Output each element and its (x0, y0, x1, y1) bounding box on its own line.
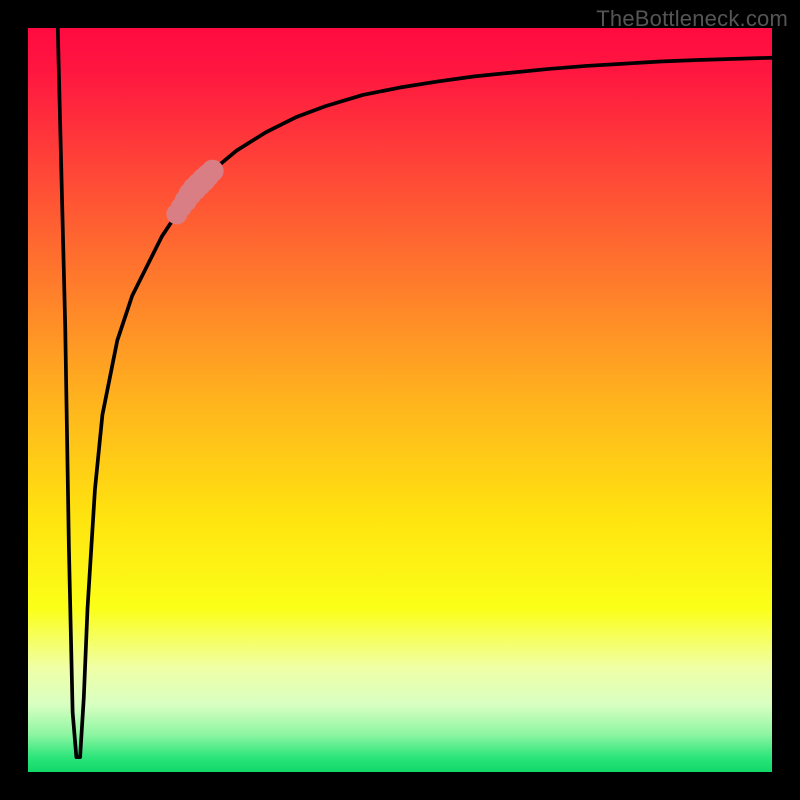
chart-frame: TheBottleneck.com (0, 0, 800, 800)
highlight-segment (166, 160, 223, 225)
bottleneck-curve (58, 28, 772, 757)
plot-area (28, 28, 772, 772)
curve-svg (28, 28, 772, 772)
highlight-dot (201, 160, 223, 182)
